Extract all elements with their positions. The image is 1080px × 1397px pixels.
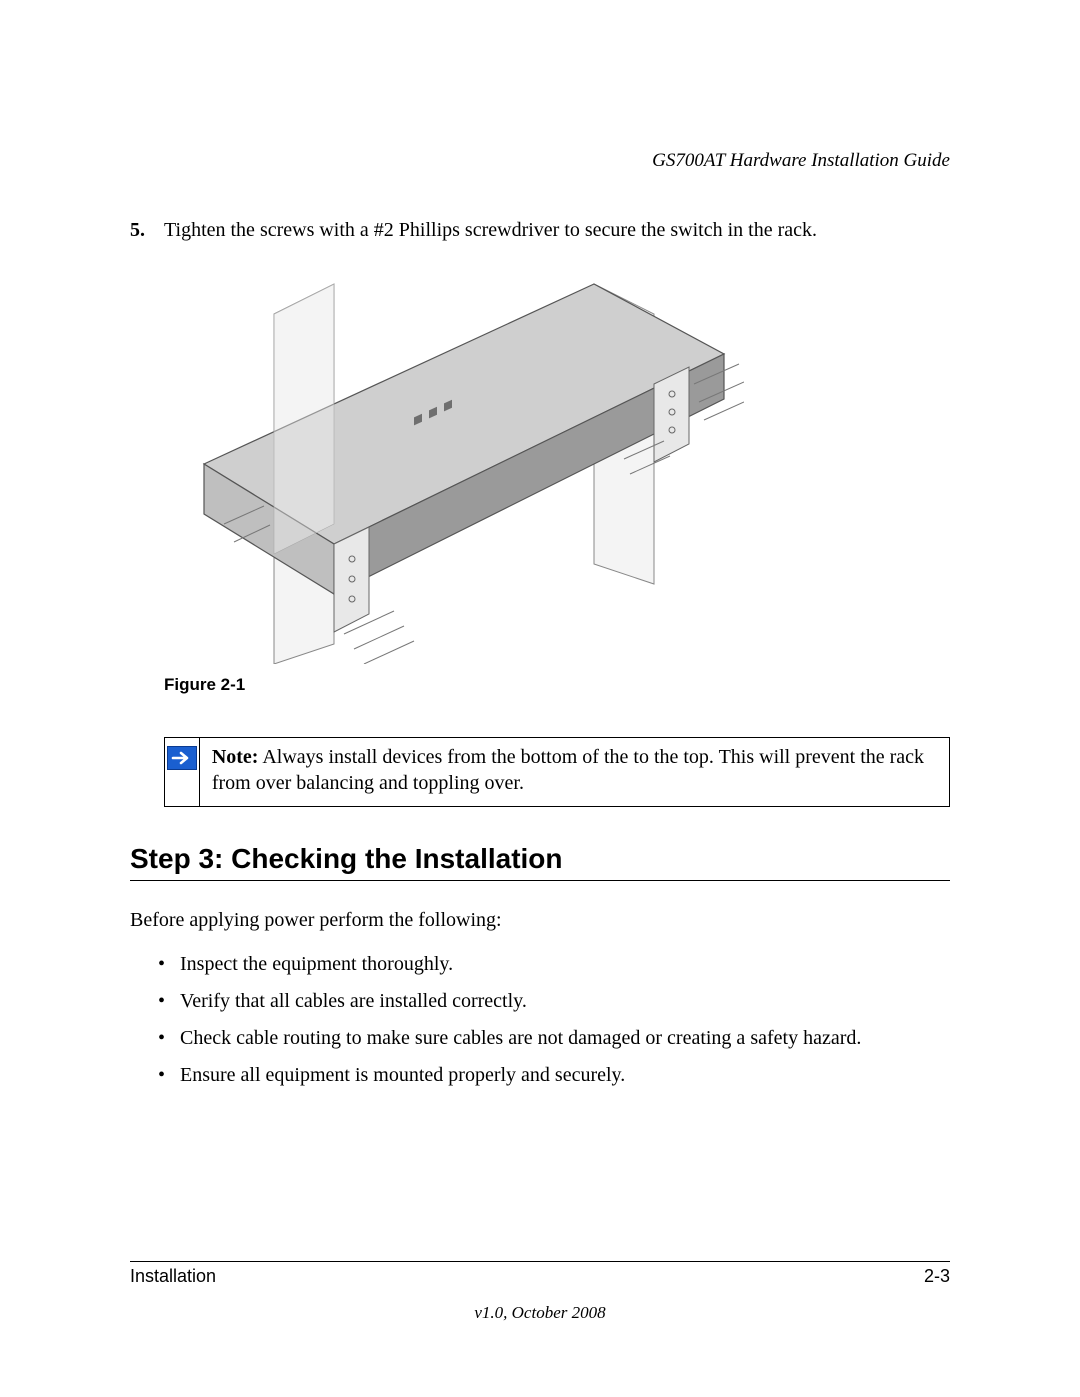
page-footer: Installation 2-3 v1.0, October 2008 xyxy=(130,1261,950,1323)
section-intro: Before applying power perform the follow… xyxy=(130,909,950,932)
arrow-right-icon xyxy=(167,746,197,770)
list-item: Verify that all cables are installed cor… xyxy=(158,983,950,1020)
document-page: GS700AT Hardware Installation Guide 5. T… xyxy=(0,0,1080,1397)
list-item: Ensure all equipment is mounted properly… xyxy=(158,1057,950,1094)
note-text: Note: Always install devices from the bo… xyxy=(200,738,949,806)
note-box: Note: Always install devices from the bo… xyxy=(164,737,950,807)
figure-caption: Figure 2-1 xyxy=(164,675,950,695)
footer-page-number: 2-3 xyxy=(924,1266,950,1287)
document-title: GS700AT Hardware Installation Guide xyxy=(130,150,950,172)
step-number: 5. xyxy=(130,217,164,244)
note-lead: Note: xyxy=(212,746,259,768)
figure-illustration xyxy=(164,264,950,669)
note-icon-cell xyxy=(165,738,200,806)
numbered-step: 5. Tighten the screws with a #2 Phillips… xyxy=(130,217,950,244)
list-item: Inspect the equipment thoroughly. xyxy=(158,946,950,983)
step-text: Tighten the screws with a #2 Phillips sc… xyxy=(164,217,817,244)
section-heading: Step 3: Checking the Installation xyxy=(130,843,950,881)
footer-version: v1.0, October 2008 xyxy=(130,1303,950,1323)
footer-section-name: Installation xyxy=(130,1266,216,1287)
list-item: Check cable routing to make sure cables … xyxy=(158,1020,950,1057)
check-list: Inspect the equipment thoroughly. Verify… xyxy=(158,946,950,1094)
note-body: Always install devices from the bottom o… xyxy=(212,746,924,794)
rack-mount-diagram xyxy=(164,264,744,664)
